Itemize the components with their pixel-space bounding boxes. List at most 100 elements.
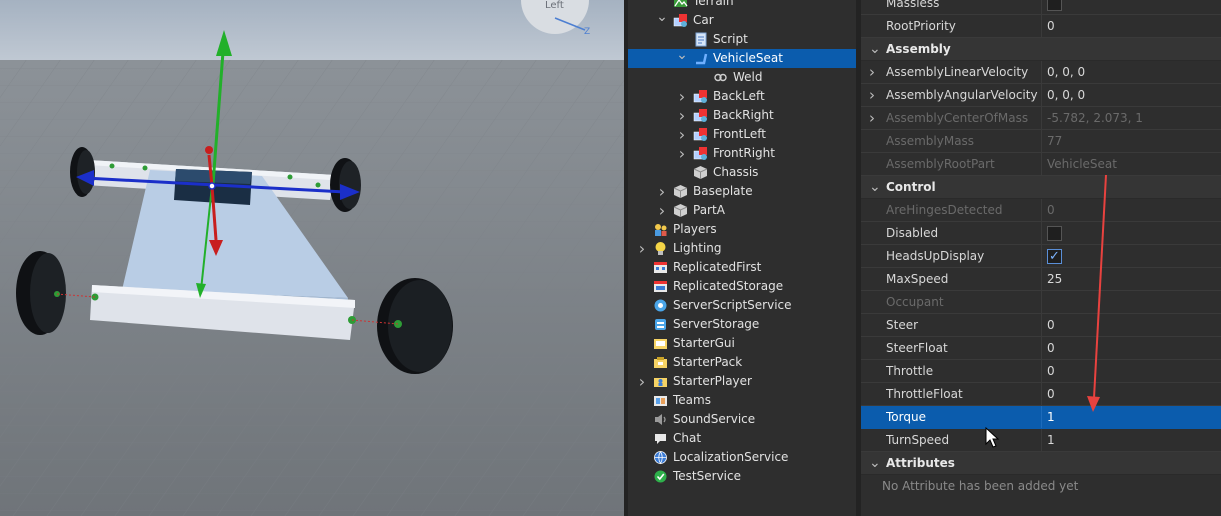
- explorer-item-players[interactable]: Players: [628, 220, 856, 239]
- explorer-item-serverstorage[interactable]: ServerStorage: [628, 315, 856, 334]
- property-maxspeed[interactable]: MaxSpeed 25: [861, 268, 1221, 291]
- category-assembly[interactable]: ⌄ Assembly: [861, 38, 1221, 61]
- starter-player-icon: [653, 374, 668, 389]
- explorer-item-chassis[interactable]: Chassis: [628, 163, 856, 182]
- explorer-item-replicatedstorage[interactable]: ReplicatedStorage: [628, 277, 856, 296]
- chevron-down-icon[interactable]: ⌄: [869, 176, 881, 199]
- explorer-item-backright[interactable]: › BackRight: [628, 106, 856, 125]
- property-value[interactable]: 0: [1047, 314, 1217, 336]
- column-divider[interactable]: [1041, 337, 1042, 359]
- column-divider[interactable]: [1041, 107, 1042, 129]
- property-turnspeed[interactable]: TurnSpeed 1: [861, 429, 1221, 452]
- column-divider[interactable]: [1041, 360, 1042, 382]
- explorer-item-script[interactable]: Script: [628, 30, 856, 49]
- chevron-right-icon[interactable]: ›: [676, 144, 688, 163]
- property-steerfloat[interactable]: SteerFloat 0: [861, 337, 1221, 360]
- property-value[interactable]: 0: [1047, 337, 1217, 359]
- property-throttlefloat[interactable]: ThrottleFloat 0: [861, 383, 1221, 406]
- chevron-right-icon[interactable]: ›: [676, 125, 688, 144]
- property-value[interactable]: 0, 0, 0: [1047, 61, 1217, 83]
- column-divider[interactable]: [1041, 0, 1042, 14]
- z-axis-handle[interactable]: [205, 146, 213, 154]
- explorer-item-startergui[interactable]: StarterGui: [628, 334, 856, 353]
- chevron-right-icon[interactable]: ›: [869, 84, 875, 106]
- chevron-right-icon[interactable]: ›: [656, 201, 668, 220]
- 3d-viewport[interactable]: Left Z: [0, 0, 624, 516]
- property-value[interactable]: 0: [1047, 15, 1217, 37]
- explorer-item-label: Chat: [673, 431, 702, 445]
- property-assemblyangularvelocity[interactable]: › AssemblyAngularVelocity 0, 0, 0: [861, 84, 1221, 107]
- explorer-item-starterplayer[interactable]: › StarterPlayer: [628, 372, 856, 391]
- explorer-item-vehicleseat[interactable]: ⌄ VehicleSeat: [628, 48, 856, 68]
- property-value[interactable]: 1: [1047, 429, 1217, 451]
- explorer-item-testservice[interactable]: TestService: [628, 467, 856, 486]
- property-value[interactable]: 0: [1047, 383, 1217, 405]
- property-assemblymass[interactable]: AssemblyMass 77: [861, 130, 1221, 153]
- explorer-item-starterpack[interactable]: StarterPack: [628, 353, 856, 372]
- chevron-right-icon[interactable]: ›: [869, 107, 875, 129]
- category-control[interactable]: ⌄ Control: [861, 176, 1221, 199]
- property-headsupdisplay[interactable]: HeadsUpDisplay: [861, 245, 1221, 268]
- property-assemblylinearvelocity[interactable]: › AssemblyLinearVelocity 0, 0, 0: [861, 61, 1221, 84]
- property-value[interactable]: 0, 0, 0: [1047, 84, 1217, 106]
- chevron-down-icon[interactable]: ⌄: [656, 10, 668, 30]
- chevron-right-icon[interactable]: ›: [636, 239, 648, 258]
- category-attributes[interactable]: ⌄ Attributes: [861, 452, 1221, 475]
- explorer-item-backleft[interactable]: › BackLeft: [628, 87, 856, 106]
- column-divider[interactable]: [1041, 314, 1042, 336]
- column-divider[interactable]: [1041, 245, 1042, 267]
- column-divider[interactable]: [1041, 222, 1042, 244]
- chevron-down-icon[interactable]: ⌄: [676, 48, 688, 68]
- property-checkbox[interactable]: [1047, 0, 1062, 11]
- property-checkbox[interactable]: [1047, 226, 1062, 241]
- column-divider[interactable]: [1041, 61, 1042, 83]
- explorer-item-chat[interactable]: Chat: [628, 429, 856, 448]
- explorer-item-frontright[interactable]: › FrontRight: [628, 144, 856, 163]
- property-value[interactable]: 0: [1047, 360, 1217, 382]
- chevron-down-icon[interactable]: ⌄: [869, 38, 881, 61]
- explorer-item-parta[interactable]: › PartA: [628, 201, 856, 220]
- property-checkbox[interactable]: [1047, 246, 1062, 268]
- column-divider[interactable]: [1041, 130, 1042, 152]
- property-value[interactable]: 1: [1047, 406, 1217, 428]
- chevron-right-icon[interactable]: ›: [869, 61, 875, 83]
- column-divider[interactable]: [1041, 268, 1042, 290]
- property-disabled[interactable]: Disabled: [861, 222, 1221, 245]
- column-divider[interactable]: [1041, 291, 1042, 313]
- property-value[interactable]: 25: [1047, 268, 1217, 290]
- explorer-item-lighting[interactable]: › Lighting: [628, 239, 856, 258]
- explorer-item-car[interactable]: ⌄ Car: [628, 10, 856, 30]
- column-divider[interactable]: [1041, 406, 1042, 428]
- property-occupant[interactable]: Occupant: [861, 291, 1221, 314]
- chevron-right-icon[interactable]: ›: [636, 372, 648, 391]
- explorer-item-replicatedfirst[interactable]: ReplicatedFirst: [628, 258, 856, 277]
- property-massless[interactable]: Massless: [861, 0, 1221, 15]
- property-arehingesdetected[interactable]: AreHingesDetected 0: [861, 199, 1221, 222]
- property-rootpriority[interactable]: RootPriority 0: [861, 15, 1221, 38]
- column-divider[interactable]: [1041, 199, 1042, 221]
- explorer-item-serverscriptservice[interactable]: ServerScriptService: [628, 296, 856, 315]
- property-assemblycenterofmass[interactable]: › AssemblyCenterOfMass -5.782, 2.073, 1: [861, 107, 1221, 130]
- property-assemblyrootpart[interactable]: AssemblyRootPart VehicleSeat: [861, 153, 1221, 176]
- explorer-item-localizationservice[interactable]: LocalizationService: [628, 448, 856, 467]
- chevron-right-icon[interactable]: ›: [656, 182, 668, 201]
- explorer-item-teams[interactable]: Teams: [628, 391, 856, 410]
- explorer-item-label: Baseplate: [693, 184, 753, 198]
- explorer-item-label: Weld: [733, 70, 763, 84]
- explorer-item-soundservice[interactable]: SoundService: [628, 410, 856, 429]
- chevron-right-icon[interactable]: ›: [676, 87, 688, 106]
- column-divider[interactable]: [1041, 429, 1042, 451]
- column-divider[interactable]: [1041, 84, 1042, 106]
- column-divider[interactable]: [1041, 383, 1042, 405]
- chevron-right-icon[interactable]: ›: [676, 106, 688, 125]
- explorer-item-weld[interactable]: Weld: [628, 68, 856, 87]
- explorer-item-frontleft[interactable]: › FrontLeft: [628, 125, 856, 144]
- property-steer[interactable]: Steer 0: [861, 314, 1221, 337]
- property-torque[interactable]: Torque 1: [861, 406, 1221, 429]
- column-divider[interactable]: [1041, 15, 1042, 37]
- explorer-item-label: StarterGui: [673, 336, 735, 350]
- column-divider[interactable]: [1041, 153, 1042, 175]
- explorer-item-baseplate[interactable]: › Baseplate: [628, 182, 856, 201]
- property-throttle[interactable]: Throttle 0: [861, 360, 1221, 383]
- chevron-down-icon[interactable]: ⌄: [869, 452, 881, 475]
